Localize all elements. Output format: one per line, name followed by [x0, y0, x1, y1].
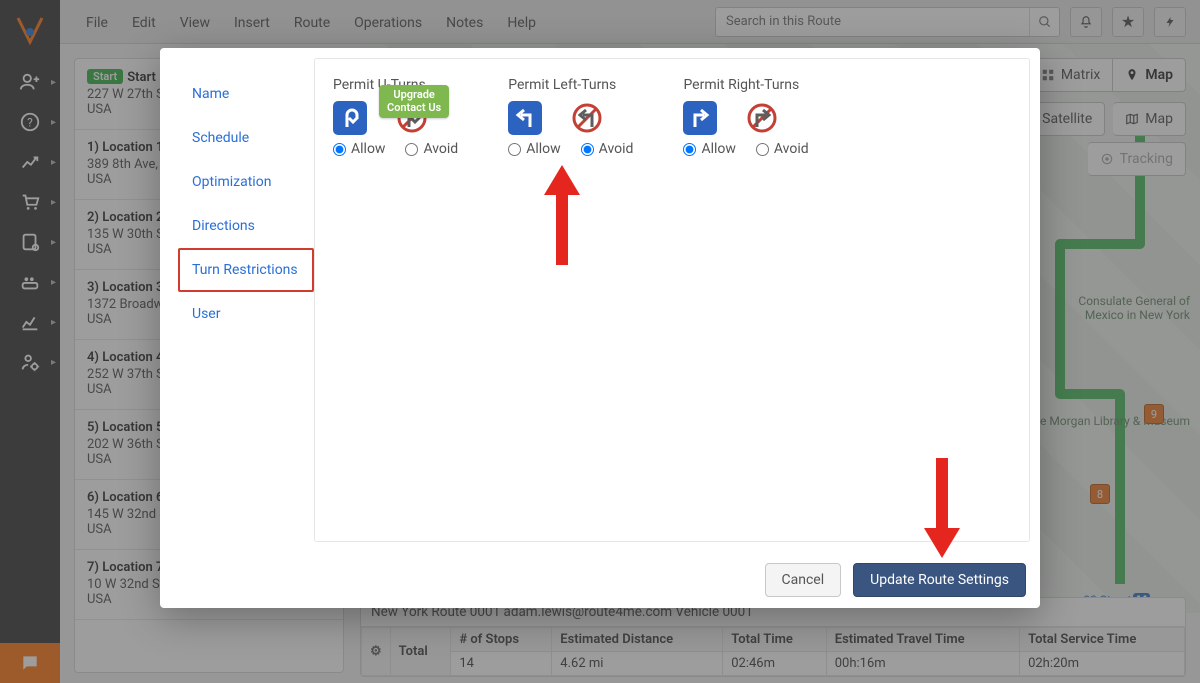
turn-avoid-icon	[570, 101, 604, 135]
upgrade-line1: Upgrade	[387, 89, 441, 102]
radio-avoid[interactable]: Avoid	[581, 141, 634, 157]
radio-allow[interactable]: Allow	[508, 141, 560, 157]
group-title: Permit Left-Turns	[508, 77, 633, 93]
modal-tabs: NameScheduleOptimizationDirectionsTurn R…	[170, 58, 314, 542]
upgrade-badge[interactable]: Upgrade Contact Us	[379, 85, 449, 118]
turn-allow-icon	[508, 101, 542, 135]
turn-group-r: Permit Right-Turns Allow Avoid	[683, 77, 808, 157]
tab-user[interactable]: User	[178, 292, 314, 336]
turn-group-l: Permit Left-Turns Allow Avoid	[508, 77, 633, 157]
tab-optimization[interactable]: Optimization	[178, 160, 314, 204]
tab-turn-restrictions[interactable]: Turn Restrictions	[178, 248, 314, 292]
turn-allow-icon	[683, 101, 717, 135]
tab-schedule[interactable]: Schedule	[178, 116, 314, 160]
update-route-settings-button[interactable]: Update Route Settings	[853, 563, 1026, 597]
turn-avoid-icon	[745, 101, 779, 135]
radio-avoid[interactable]: Avoid	[405, 141, 458, 157]
annotation-arrow	[922, 458, 962, 558]
upgrade-line2: Contact Us	[387, 102, 441, 115]
radio-allow[interactable]: Allow	[683, 141, 735, 157]
tab-name[interactable]: Name	[178, 72, 314, 116]
annotation-arrow	[542, 165, 582, 265]
turn-allow-icon	[333, 101, 367, 135]
radio-allow[interactable]: Allow	[333, 141, 385, 157]
group-title: Permit Right-Turns	[683, 77, 808, 93]
route-settings-modal: NameScheduleOptimizationDirectionsTurn R…	[160, 48, 1040, 608]
cancel-button[interactable]: Cancel	[765, 563, 842, 597]
tab-directions[interactable]: Directions	[178, 204, 314, 248]
radio-avoid[interactable]: Avoid	[756, 141, 809, 157]
